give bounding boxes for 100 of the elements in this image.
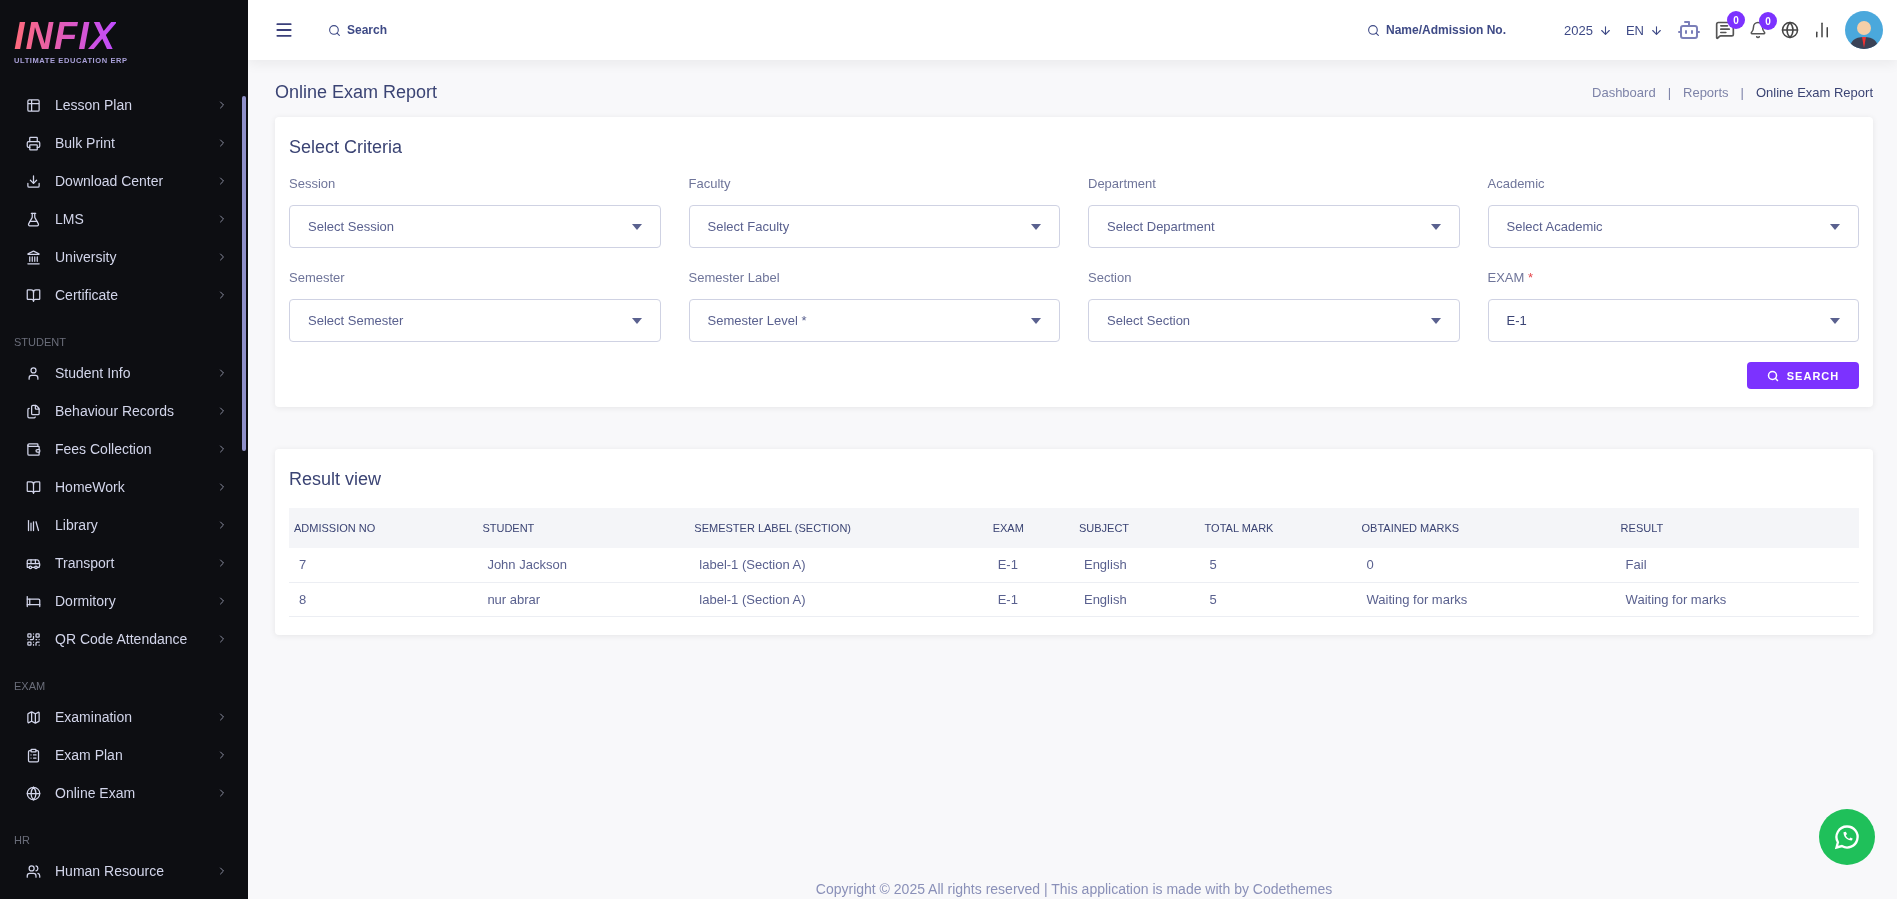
year-dropdown[interactable]: 2025: [1564, 22, 1612, 38]
breadcrumb-separator: |: [1740, 85, 1744, 100]
column-header: SUBJECT: [1073, 508, 1200, 548]
table-cell: 7: [289, 548, 478, 582]
sidebar-item[interactable]: QR Code Attendance: [0, 620, 248, 658]
download-icon: [26, 173, 41, 189]
caret-icon: [1830, 223, 1840, 230]
avatar[interactable]: [1845, 11, 1883, 49]
sidebar-section-title: EXAM: [13, 679, 47, 694]
student-search-field[interactable]: Name/Admission No.: [1367, 23, 1506, 37]
field-label: Academic: [1487, 176, 1546, 191]
search-button[interactable]: SEARCH: [1747, 362, 1859, 389]
breadcrumb-current: Online Exam Report: [1755, 85, 1873, 100]
sidebar-item[interactable]: Certificate: [0, 276, 248, 314]
sidebar-section-title: STUDENT: [13, 335, 67, 350]
chart-icon[interactable]: [1813, 21, 1831, 39]
users-icon: [26, 863, 41, 879]
select-field[interactable]: Select Department: [1088, 205, 1460, 248]
sidebar-item[interactable]: Human Resource: [0, 852, 248, 890]
message-count-badge: 0: [1727, 11, 1745, 29]
sidebar-item[interactable]: LMS: [0, 200, 248, 238]
field-label: Faculty: [688, 176, 732, 191]
phone-chat-icon: [1833, 823, 1861, 851]
notification-count-badge: 0: [1759, 12, 1777, 30]
select-field[interactable]: Select Academic: [1487, 205, 1859, 248]
table-cell: John Jackson: [477, 548, 690, 582]
sidebar-item[interactable]: Behaviour Records: [0, 392, 248, 430]
field-label: Section: [1088, 270, 1133, 285]
caret-icon: [1031, 223, 1041, 230]
select-field[interactable]: Semester Level *: [688, 299, 1060, 342]
message-icon[interactable]: [1715, 20, 1735, 40]
sidebar-section-title: HR: [13, 833, 31, 848]
qr-code-icon: [26, 631, 41, 647]
globe-icon: [26, 785, 41, 801]
table-cell: label-1 (Section A): [689, 582, 988, 616]
breadcrumb-link[interactable]: Dashboard: [1592, 85, 1656, 100]
table-cell: Fail: [1615, 548, 1859, 582]
sidebar-item[interactable]: Student Info: [0, 354, 248, 392]
breadcrumb-link[interactable]: Reports: [1683, 85, 1729, 100]
arrow-down-icon: [1598, 23, 1612, 37]
menu-icon[interactable]: [274, 20, 294, 40]
sidebar-item[interactable]: Online Exam: [0, 774, 248, 812]
column-header: TOTAL MARK: [1199, 508, 1357, 548]
caret-icon: [1830, 317, 1840, 324]
sidebar-item[interactable]: Examination: [0, 698, 248, 736]
search-button[interactable]: Search: [328, 23, 388, 37]
select-field[interactable]: Select Session: [289, 205, 661, 248]
select-field[interactable]: Select Semester: [289, 299, 661, 342]
caret-icon: [1031, 317, 1041, 324]
flask-icon: [26, 211, 41, 227]
arrow-down-icon: [1650, 23, 1663, 37]
wallet-icon: [26, 441, 41, 457]
language-dropdown[interactable]: EN: [1625, 22, 1663, 38]
sidebar-item[interactable]: Transport: [0, 544, 248, 582]
select-field[interactable]: E-1: [1487, 299, 1859, 342]
column-header: ADMISSION NO: [289, 508, 478, 548]
breadcrumb-separator: |: [1667, 85, 1671, 100]
clipboard-icon: [26, 747, 41, 763]
book-icon: [26, 287, 41, 303]
field-label: Semester Label: [688, 270, 781, 285]
scrollbar[interactable]: [242, 96, 246, 451]
files-icon: [26, 403, 41, 419]
user-icon: [26, 365, 41, 381]
robot-icon[interactable]: [1677, 18, 1701, 42]
card-title: Result view: [289, 469, 383, 490]
table-cell: 0: [1356, 548, 1616, 582]
select-field[interactable]: Select Section: [1088, 299, 1460, 342]
caret-icon: [631, 317, 642, 324]
table-cell: Waiting for marks: [1356, 582, 1616, 616]
map-icon: [26, 709, 41, 725]
bell-icon[interactable]: [1749, 21, 1767, 39]
sidebar-item[interactable]: HomeWork: [0, 468, 248, 506]
globe-icon[interactable]: [1781, 21, 1799, 39]
caret-icon: [631, 223, 642, 230]
book-icon: [26, 479, 41, 495]
footer-text: Copyright © 2025 All rights reserved | This application is made with by Codethemes: [814, 880, 1334, 899]
library-icon: [26, 517, 41, 533]
column-header: OBTAINED MARKS: [1356, 508, 1616, 548]
sidebar-item[interactable]: Bulk Print: [0, 124, 248, 162]
sidebar-item[interactable]: Dormitory: [0, 582, 248, 620]
table-cell: 5: [1199, 582, 1357, 616]
sidebar-item[interactable]: Download Center: [0, 162, 248, 200]
sidebar-item[interactable]: Library: [0, 506, 248, 544]
column-header: EXAM: [987, 508, 1074, 548]
table-cell: E-1: [987, 582, 1074, 616]
field-label: Semester: [289, 270, 346, 285]
sidebar-item[interactable]: University: [0, 238, 248, 276]
table-cell: nur abrar: [477, 582, 690, 616]
select-field[interactable]: Select Faculty: [688, 205, 1060, 248]
table-cell: E-1: [987, 548, 1074, 582]
column-header: RESULT: [1615, 508, 1859, 548]
sidebar-item[interactable]: Fees Collection: [0, 430, 248, 468]
table-cell: 5: [1199, 548, 1357, 582]
sidebar-item[interactable]: Exam Plan: [0, 736, 248, 774]
page-title: Online Exam Report: [275, 82, 438, 103]
field-label: Session: [289, 176, 337, 191]
field-label: Department: [1088, 176, 1157, 191]
sidebar-item[interactable]: Lesson Plan: [0, 86, 248, 124]
building-icon: [26, 249, 41, 265]
table-icon: [26, 97, 41, 113]
